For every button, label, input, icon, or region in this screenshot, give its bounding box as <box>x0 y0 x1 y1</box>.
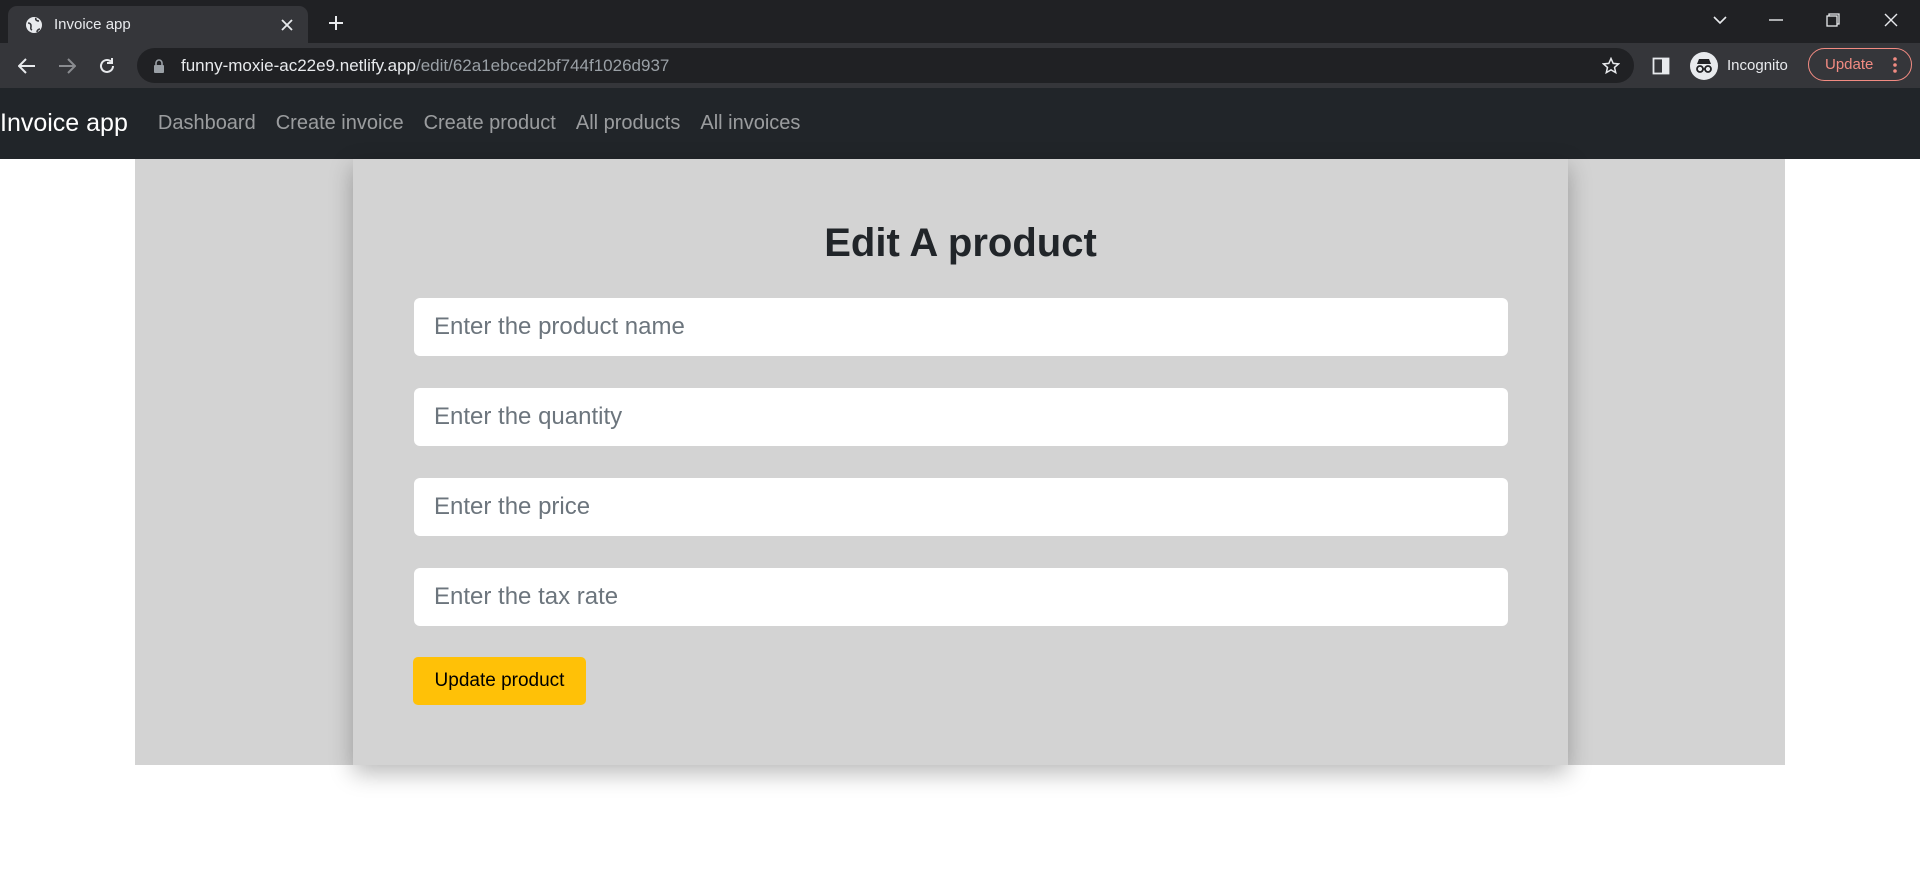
browser-toolbar: funny-moxie-ac22e9.netlify.app/edit/62a1… <box>0 43 1920 88</box>
nav-link-create-invoice[interactable]: Create invoice <box>276 112 404 135</box>
page-title: Edit A product <box>824 221 1097 265</box>
restore-icon[interactable] <box>1813 4 1853 36</box>
more-menu-icon[interactable] <box>1887 55 1903 75</box>
incognito-icon <box>1690 51 1718 80</box>
tax-rate-input[interactable] <box>414 568 1508 626</box>
minimize-icon[interactable] <box>1756 4 1796 36</box>
incognito-profile[interactable]: Incognito <box>1686 48 1798 83</box>
nav-link-all-products[interactable]: All products <box>576 112 681 135</box>
browser-update-button[interactable]: Update <box>1808 48 1912 81</box>
forward-icon[interactable] <box>53 52 81 80</box>
price-input[interactable] <box>414 478 1508 536</box>
url-host: funny-moxie-ac22e9.netlify.app <box>181 55 416 75</box>
app-navbar: Invoice app Dashboard Create invoice Cre… <box>0 88 1920 159</box>
close-tab-icon[interactable] <box>276 14 298 36</box>
close-window-icon[interactable] <box>1871 4 1911 36</box>
tab-title: Invoice app <box>54 16 131 33</box>
globe-icon <box>24 15 44 35</box>
tab-search-chevron-icon[interactable] <box>1700 4 1740 36</box>
navbar-brand[interactable]: Invoice app <box>0 109 128 138</box>
incognito-label: Incognito <box>1727 57 1788 74</box>
bookmark-star-icon[interactable] <box>1600 55 1622 77</box>
nav-link-all-invoices[interactable]: All invoices <box>700 112 800 135</box>
browser-tab[interactable]: Invoice app <box>8 6 308 43</box>
update-product-button[interactable]: Update product <box>413 657 586 705</box>
browser-tab-strip: Invoice app <box>0 0 1920 43</box>
back-icon[interactable] <box>13 52 41 80</box>
reload-icon[interactable] <box>93 52 121 80</box>
side-panel-icon[interactable] <box>1648 53 1674 79</box>
nav-link-dashboard[interactable]: Dashboard <box>158 112 256 135</box>
lock-icon[interactable] <box>151 58 167 74</box>
url-path: /edit/62a1ebced2bf744f1026d937 <box>416 55 670 75</box>
product-name-input[interactable] <box>414 298 1508 356</box>
address-bar[interactable]: funny-moxie-ac22e9.netlify.app/edit/62a1… <box>137 48 1634 83</box>
url-text: funny-moxie-ac22e9.netlify.app/edit/62a1… <box>181 56 669 76</box>
quantity-input[interactable] <box>414 388 1508 446</box>
update-label: Update <box>1825 56 1874 73</box>
nav-link-create-product[interactable]: Create product <box>424 112 556 135</box>
new-tab-icon[interactable] <box>322 9 350 37</box>
edit-product-form: Edit A product Update product <box>353 159 1568 765</box>
